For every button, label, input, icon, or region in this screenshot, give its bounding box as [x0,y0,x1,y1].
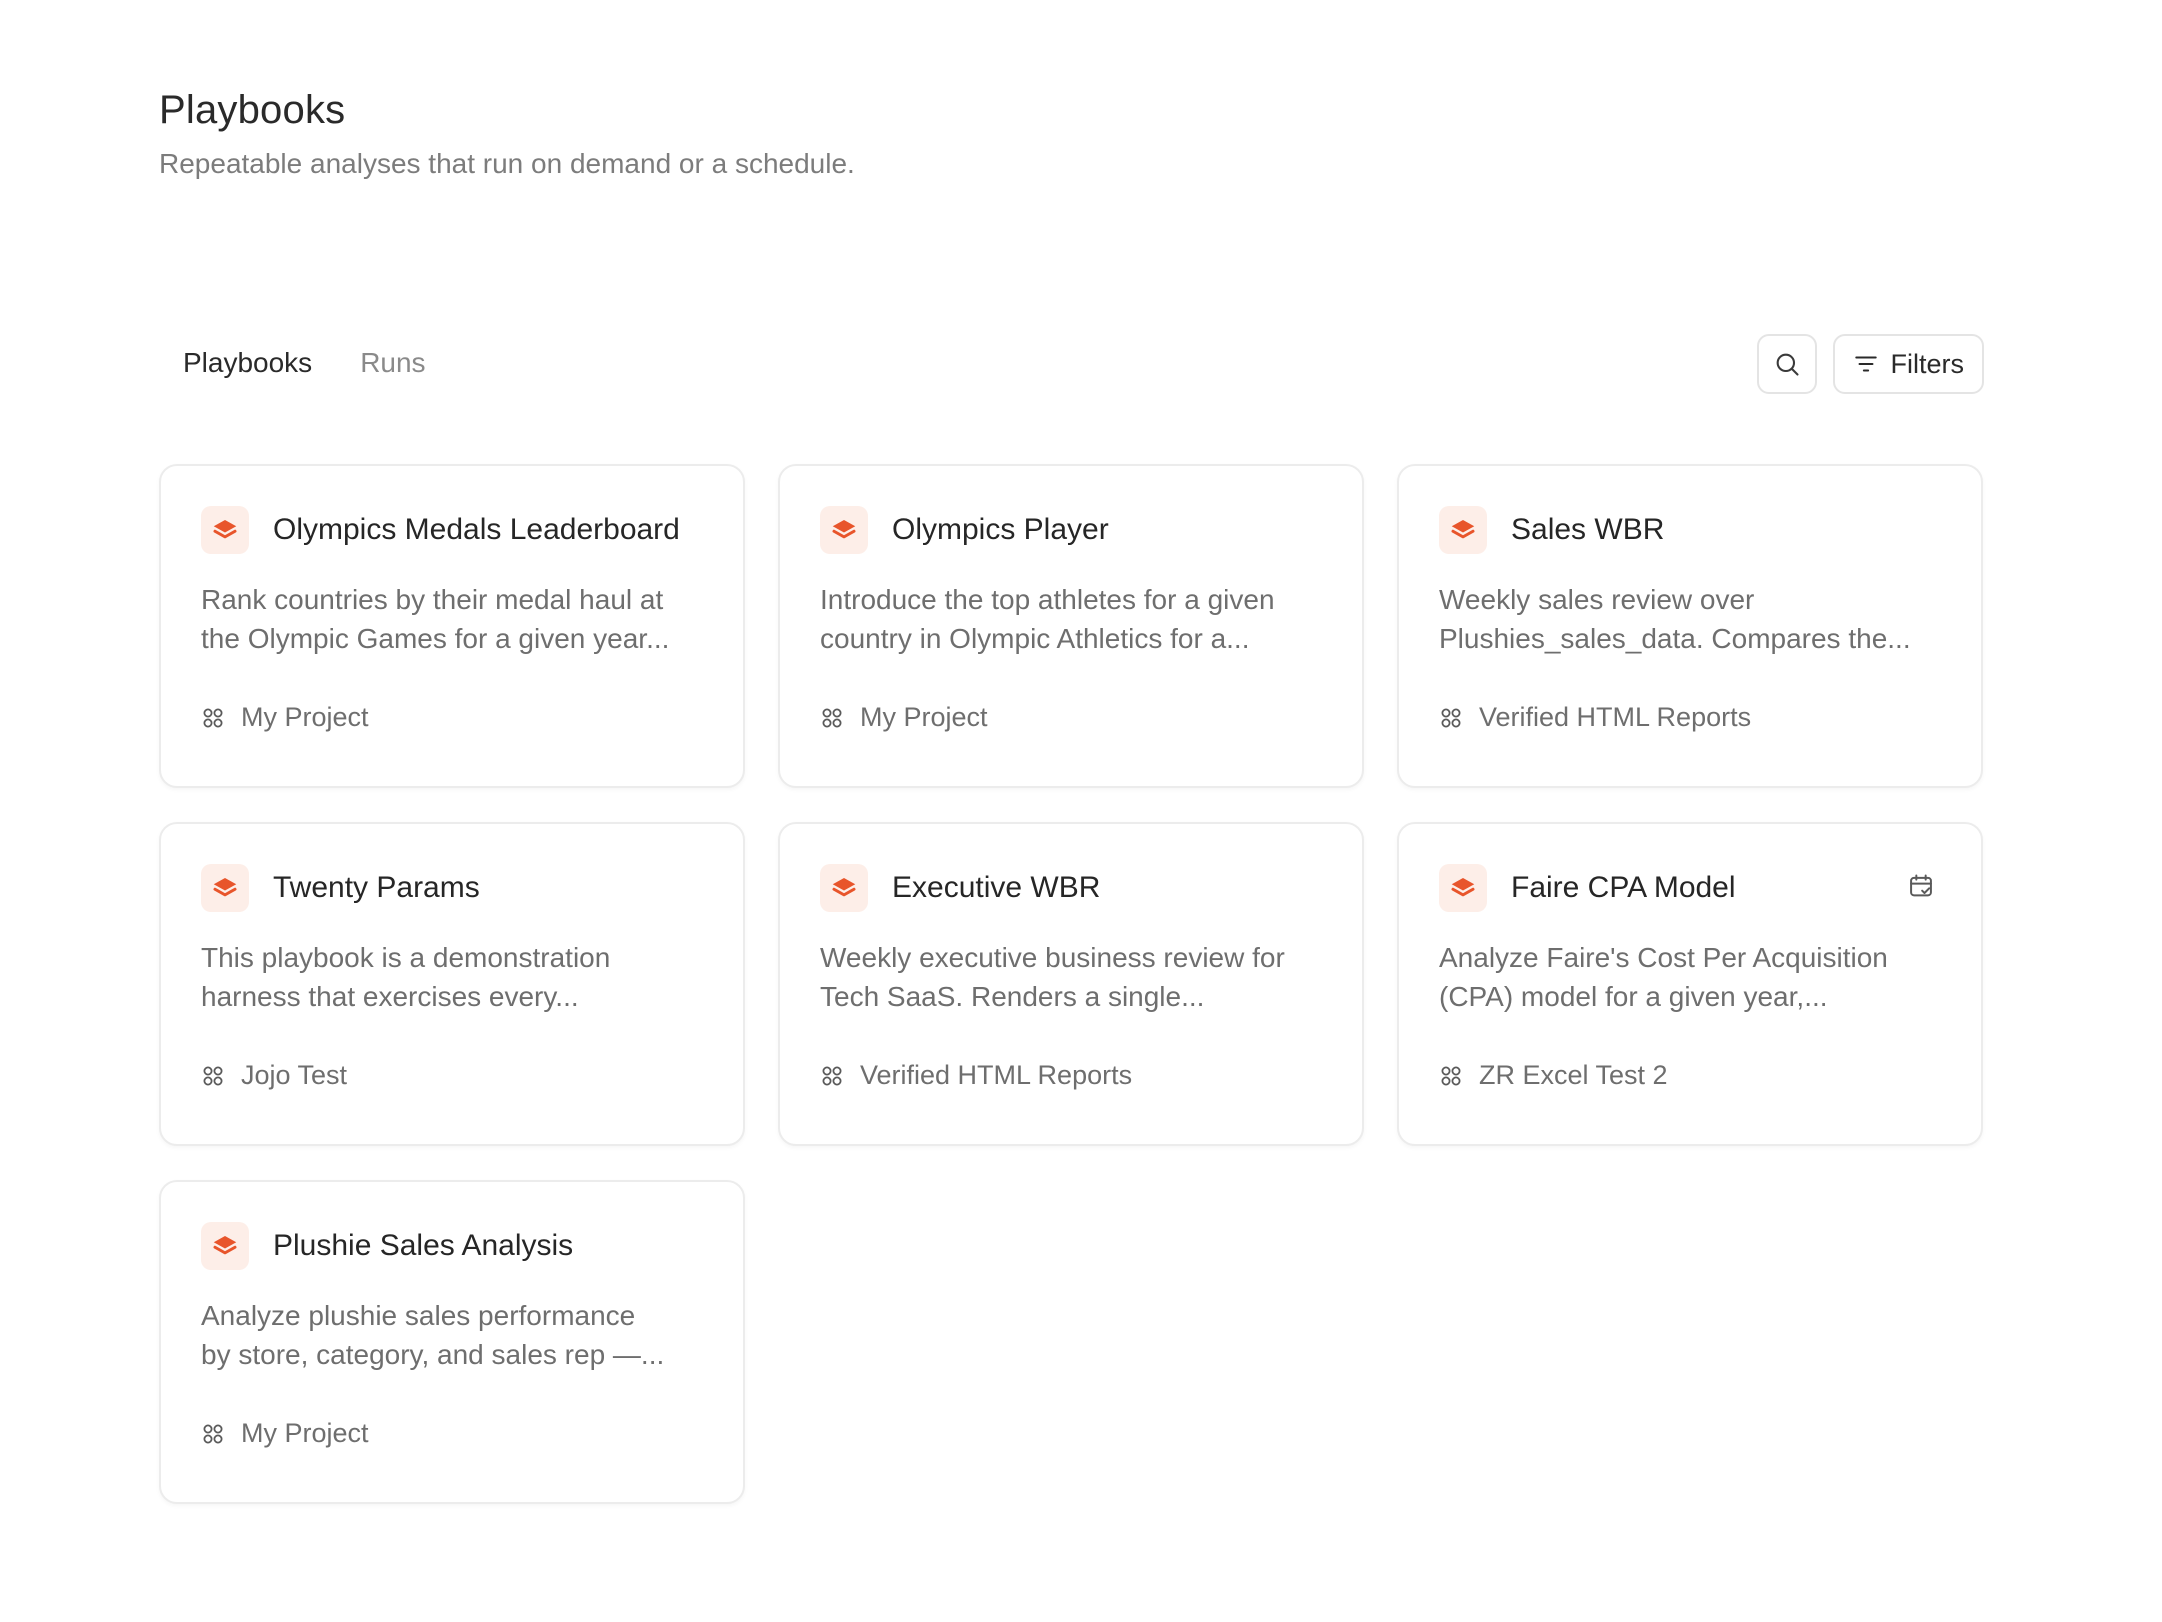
card-description-line: country in Olympic Athletics for a... [820,623,1250,654]
card-project: My Project [820,702,988,733]
playbook-card[interactable]: Executive WBR Weekly executive business … [778,822,1364,1146]
filters-label: Filters [1890,348,1965,379]
project-grid-icon [1441,708,1461,727]
card-header: Twenty Params [201,864,703,912]
card-description-line: Tech SaaS. Renders a single... [820,981,1205,1012]
search-icon [1776,353,1799,376]
filter-lines-icon [1854,356,1877,372]
card-description-line: Introduce the top athletes for a given [820,584,1275,615]
card-title: Twenty Params [273,871,480,904]
card-description: Weekly executive business review for Tec… [820,938,1326,1016]
card-description: This playbook is a demonstration harness… [201,938,707,1016]
playbook-grid: Olympics Medals Leaderboard Rank countri… [159,464,1984,1504]
card-description-line: (CPA) model for a given year,... [1439,981,1828,1012]
calendar-check-icon [1907,872,1935,905]
card-description-line: Weekly sales review over [1439,584,1755,615]
card-header: Olympics Medals Leaderboard [201,506,703,554]
card-project-name: My Project [241,702,369,732]
card-description-line: This playbook is a demonstration [201,942,611,973]
playbook-stack-icon [201,864,249,912]
card-project-name: My Project [241,1418,369,1448]
card-project-name: Jojo Test [241,1060,348,1090]
card-description-line: Rank countries by their medal haul at [201,584,664,615]
card-project-name: My Project [860,702,988,732]
card-description: Weekly sales review over Plushies_sales_… [1439,580,1945,658]
card-project-name: Verified HTML Reports [1479,702,1752,732]
card-title: Sales WBR [1511,513,1665,546]
toolbar: Filters [1756,334,1984,394]
playbook-card[interactable]: Olympics Medals Leaderboard Rank countri… [159,464,745,788]
card-header: Plushie Sales Analysis [201,1222,703,1270]
card-title: Executive WBR [892,871,1101,904]
playbook-card[interactable]: Faire CPA Model Analyze Faire's Cost Per… [1397,822,1983,1146]
playbook-card[interactable]: Olympics Player Introduce the top athlet… [778,464,1364,788]
playbook-card[interactable]: Plushie Sales Analysis Analyze plushie s… [159,1180,745,1504]
card-project: ZR Excel Test 2 [1439,1060,1668,1091]
playbook-card[interactable]: Sales WBR Weekly sales review over Plush… [1397,464,1983,788]
project-grid-icon [203,708,223,727]
project-grid-icon [1441,1066,1461,1085]
card-description: Introduce the top athletes for a given c… [820,580,1326,658]
card-description-line: Analyze Faire's Cost Per Acquisition [1439,942,1888,973]
card-project: Verified HTML Reports [820,1060,1132,1091]
card-header: Olympics Player [820,506,1322,554]
project-grid-icon [822,1066,842,1085]
card-header: Sales WBR [1439,506,1941,554]
playbook-stack-icon [201,1222,249,1270]
search-button[interactable] [1756,334,1817,394]
tab-playbooks[interactable]: Playbooks [159,335,336,395]
card-description-line: the Olympic Games for a given year... [201,623,670,654]
card-description-line: Analyze plushie sales performance [201,1300,636,1331]
card-title: Faire CPA Model [1511,871,1736,904]
card-title: Plushie Sales Analysis [273,1229,574,1262]
card-project-name: Verified HTML Reports [860,1060,1133,1090]
playbook-card[interactable]: Twenty Params This playbook is a demonst… [159,822,745,1146]
card-description: Analyze Faire's Cost Per Acquisition (CP… [1439,938,1945,1016]
card-project: Verified HTML Reports [1439,702,1751,733]
card-description: Rank countries by their medal haul at th… [201,580,707,658]
card-title: Olympics Player [892,513,1109,546]
tab-bar: Playbooks Runs [159,335,450,395]
playbook-stack-icon [201,506,249,554]
filters-button[interactable]: Filters [1832,334,1984,394]
card-project: My Project [201,702,369,733]
card-project: Jojo Test [201,1060,347,1091]
card-project: My Project [201,1418,369,1449]
card-header: Faire CPA Model [1439,864,1941,912]
card-description-line: Weekly executive business review for [820,942,1285,973]
tab-runs[interactable]: Runs [336,335,449,395]
project-grid-icon [203,1066,223,1085]
playbook-stack-icon [820,864,868,912]
card-description: Analyze plushie sales performance by sto… [201,1296,707,1374]
project-grid-icon [203,1424,223,1443]
playbook-stack-icon [820,506,868,554]
playbook-stack-icon [1439,864,1487,912]
playbook-stack-icon [1439,506,1487,554]
project-grid-icon [822,708,842,727]
card-description-line: Plushies_sales_data. Compares the... [1439,623,1911,654]
page-subtitle: Repeatable analyses that run on demand o… [159,148,855,179]
card-title: Olympics Medals Leaderboard [273,513,680,546]
page-title: Playbooks [159,88,346,132]
card-description-line: harness that exercises every... [201,981,579,1012]
card-header: Executive WBR [820,864,1322,912]
card-project-name: ZR Excel Test 2 [1479,1060,1668,1090]
card-description-line: by store, category, and sales rep —... [201,1339,665,1370]
